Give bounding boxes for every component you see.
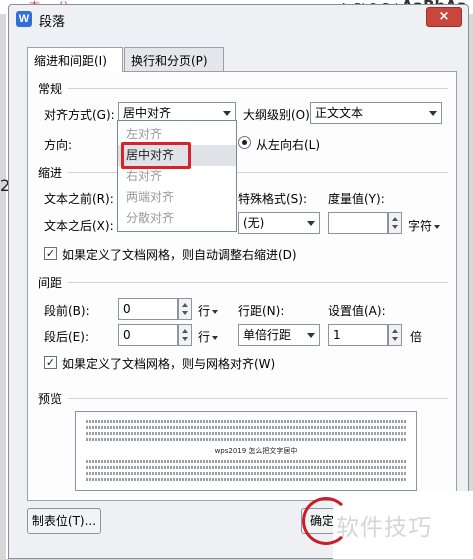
outline-level-label: 大纲级别(O):	[243, 108, 314, 122]
special-format-label: 特殊格式(S):	[238, 192, 308, 206]
section-divider	[68, 282, 448, 283]
caret-down-icon	[212, 335, 219, 340]
dialog-title: 段落	[39, 15, 66, 30]
preview-sample-text: wps2019 怎么把文字居中	[214, 447, 298, 455]
background-margin-left	[0, 14, 6, 559]
direction-ltr-radio[interactable]	[238, 136, 251, 149]
indent-before-label: 文本之前(R):	[44, 192, 114, 206]
outline-level-select[interactable]: 正文文本	[310, 102, 442, 124]
measure-unit-dropdown[interactable]: 字符	[408, 217, 441, 234]
check-icon: ✓	[45, 247, 56, 260]
measure-unit-label: 字符	[408, 219, 433, 233]
space-after-label: 段后(E):	[44, 330, 89, 344]
chevron-down-icon	[429, 111, 437, 116]
measure-input[interactable]	[328, 212, 388, 234]
alignment-option-justify[interactable]: 两端对齐	[118, 187, 236, 208]
dialog-titlebar[interactable]: W 段落 ×	[9, 5, 468, 33]
indent-after-label: 文本之后(X):	[44, 219, 114, 233]
space-before-unit-dropdown[interactable]: 行	[198, 302, 219, 319]
section-spacing-title: 间距	[38, 276, 63, 290]
preview-line	[86, 472, 406, 475]
space-before-label: 段前(B):	[44, 304, 90, 318]
direction-label: 方向:	[44, 138, 73, 152]
paragraph-preview: wps2019 怎么把文字居中	[75, 411, 417, 491]
snap-grid-checkbox[interactable]: ✓	[44, 356, 57, 369]
annotation-highlight-box	[121, 142, 191, 169]
special-format-select[interactable]: (无)	[238, 212, 320, 234]
tab-line-page-break[interactable]: 换行和分页(P)	[124, 47, 224, 71]
section-divider	[68, 88, 448, 89]
alignment-option-distributed[interactable]: 分散对齐	[118, 208, 236, 229]
spin-up-icon	[392, 329, 398, 333]
space-before-input[interactable]: 0	[118, 298, 178, 320]
spin-down-icon	[182, 337, 188, 341]
space-after-spinner[interactable]	[178, 324, 192, 346]
special-format-value: (无)	[243, 216, 265, 230]
preview-line	[86, 420, 406, 423]
space-before-unit: 行	[198, 304, 211, 318]
background-margin-right	[469, 14, 473, 559]
alignment-option-right[interactable]: 右对齐	[118, 166, 236, 187]
preview-line	[86, 432, 406, 435]
spin-down-icon	[182, 311, 188, 315]
section-general-title: 常规	[38, 82, 63, 96]
alignment-label: 对齐方式(G):	[44, 108, 115, 122]
preview-line	[86, 460, 406, 463]
space-after-input[interactable]: 0	[118, 324, 178, 346]
setting-value-unit: 倍	[410, 330, 423, 344]
caret-down-icon	[212, 309, 219, 314]
chevron-down-icon	[307, 221, 315, 226]
setting-value-label: 设置值(A):	[328, 304, 386, 318]
chevron-down-icon	[223, 111, 231, 116]
line-spacing-label: 行距(N):	[238, 304, 285, 318]
space-after-unit: 行	[198, 330, 211, 344]
chevron-down-icon	[307, 333, 315, 338]
wps-app-icon: W	[16, 11, 32, 27]
caret-down-icon	[434, 224, 441, 229]
spin-down-icon	[392, 225, 398, 229]
setting-value-spinner[interactable]	[388, 324, 402, 346]
close-button[interactable]: ×	[426, 7, 462, 27]
check-icon: ✓	[45, 356, 56, 369]
space-after-unit-dropdown[interactable]: 行	[198, 328, 219, 345]
close-icon: ×	[438, 9, 450, 24]
tab-panel: 常规 对齐方式(G): 居中对齐 大纲级别(O): 正文文本 方向: 从左向右(…	[27, 71, 457, 501]
preview-line	[86, 438, 406, 441]
alignment-select-value: 居中对齐	[123, 106, 172, 120]
tab-stops-button[interactable]: 制表位(T)...	[27, 508, 101, 534]
setting-value-input[interactable]: 1	[328, 324, 388, 346]
spin-up-icon	[392, 217, 398, 221]
spin-down-icon	[392, 337, 398, 341]
preview-line	[86, 426, 406, 429]
auto-adjust-checkbox[interactable]: ✓	[44, 247, 57, 260]
spin-up-icon	[182, 303, 188, 307]
section-preview-title: 预览	[38, 392, 63, 406]
watermark-text: 软件技巧	[336, 515, 432, 541]
line-spacing-value: 单倍行距	[243, 328, 292, 342]
measure-label: 度量值(Y):	[328, 192, 385, 206]
spin-up-icon	[182, 329, 188, 333]
preview-line	[86, 466, 406, 469]
snap-grid-label[interactable]: 如果定义了文档网格，则与网格对齐(W)	[62, 355, 275, 372]
outline-level-value: 正文文本	[315, 106, 364, 120]
line-spacing-select[interactable]: 单倍行距	[238, 324, 320, 346]
preview-line	[86, 478, 406, 481]
measure-spinner[interactable]	[388, 212, 402, 234]
direction-ltr-label[interactable]: 从左向右(L)	[256, 136, 320, 153]
space-before-spinner[interactable]	[178, 298, 192, 320]
tab-indent-spacing[interactable]: 缩进和间距(I)	[27, 47, 123, 72]
section-indent-title: 缩进	[38, 166, 63, 180]
paragraph-dialog: W 段落 × 缩进和间距(I) 换行和分页(P) 常规 对齐方式(G): 居中对…	[8, 4, 469, 559]
section-divider	[68, 398, 448, 399]
auto-adjust-label[interactable]: 如果定义了文档网格，则自动调整右缩进(D)	[62, 246, 297, 263]
annotation-circle	[302, 497, 350, 545]
alignment-dropdown-list: 左对齐 居中对齐 右对齐 两端对齐 分散对齐	[117, 120, 237, 232]
